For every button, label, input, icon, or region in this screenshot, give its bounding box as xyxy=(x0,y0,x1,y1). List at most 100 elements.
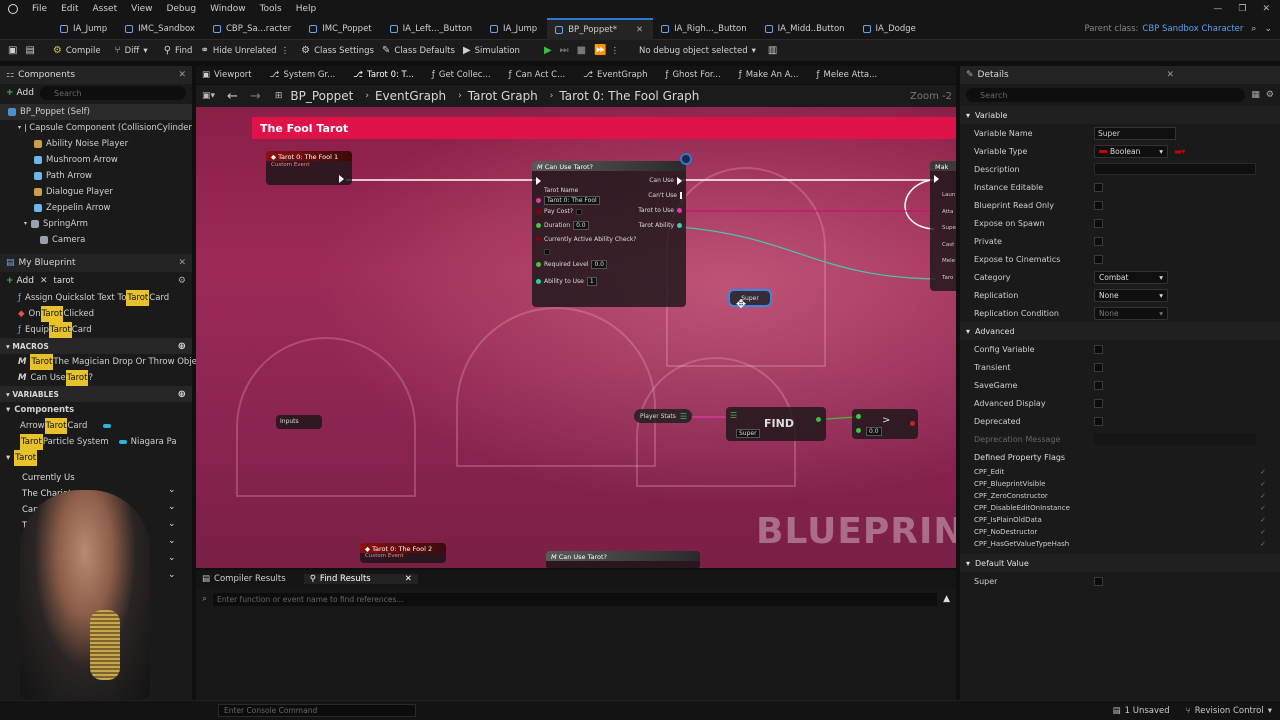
forward-arrow-icon[interactable]: → xyxy=(250,89,261,104)
breadcrumb-item[interactable]: BP_Poppet xyxy=(290,89,353,103)
tab-find-results[interactable]: ⚲ Find Results ✕ xyxy=(303,574,418,584)
doc-tab[interactable]: IA_Righ..._Button xyxy=(653,18,756,40)
details-search-input[interactable]: Search xyxy=(966,88,1246,102)
doc-tab[interactable]: IA_Left..._Button xyxy=(382,18,482,40)
breadcrumb-item[interactable]: Tarot Graph xyxy=(468,89,538,103)
pin-value-field[interactable]: 0.0 xyxy=(591,260,607,269)
panel-close-icon[interactable]: ✕ xyxy=(178,258,186,268)
exec-out-pin[interactable] xyxy=(677,176,682,185)
replication-condition-dropdown[interactable]: None ▾ xyxy=(1094,306,1168,320)
advance-button[interactable]: ⏩ ⋮ xyxy=(594,45,619,56)
instance-editable-checkbox[interactable] xyxy=(1094,182,1103,192)
tab-function[interactable]: ƒ Make An A... xyxy=(739,70,799,80)
pin-checkbox[interactable] xyxy=(544,249,550,255)
revision-control-button[interactable]: ⑂ Revision Control ▾ xyxy=(1186,706,1272,716)
map-in-pin-icon[interactable]: ☰ xyxy=(730,411,737,420)
pin-checkbox[interactable] xyxy=(576,208,583,215)
bool-out-pin[interactable] xyxy=(816,417,821,422)
settings-gear-icon[interactable]: ⚙ xyxy=(178,276,186,286)
class-defaults-button[interactable]: ✎ Class Defaults xyxy=(382,45,455,56)
macro-node[interactable]: M Can Use Tarot? Tarot Name Tarot 0: The… xyxy=(532,161,686,307)
search-icon[interactable]: ⌕ xyxy=(1251,24,1256,34)
map-pin-icon[interactable]: ☰ xyxy=(680,412,687,421)
blueprint-search-input[interactable]: tarot xyxy=(54,274,172,288)
tree-item[interactable]: Zeppelin Arrow xyxy=(0,200,192,216)
doc-tab[interactable]: IA_Midd..Button xyxy=(757,18,855,40)
doc-tab[interactable]: IA_Dodge xyxy=(855,18,926,40)
parent-class-link[interactable]: CBP Sandbox Character xyxy=(1142,24,1243,34)
panel-close-icon[interactable]: ✕ xyxy=(1166,70,1174,80)
default-value-checkbox[interactable] xyxy=(1094,576,1103,586)
save-icon[interactable]: ▣ xyxy=(8,45,17,56)
custom-event-node[interactable]: ◆ Tarot 0: The Fool 1 Custom Event xyxy=(266,151,352,185)
doc-tab[interactable]: CBP_Sa...racter xyxy=(205,18,301,40)
custom-event-node[interactable]: ◆ Tarot 0: The Fool 2 Custom Event xyxy=(360,543,446,563)
tab-graph[interactable]: ⎇ System Gr... xyxy=(270,70,336,80)
pin-value-field[interactable]: Tarot 0: The Fool xyxy=(544,196,600,205)
variable-category[interactable]: ▾ Components xyxy=(0,402,192,418)
variable-section-header[interactable]: ▾ Variable xyxy=(960,106,1280,124)
unreal-logo-icon[interactable] xyxy=(8,4,18,14)
macro-item[interactable]: M Tarot The Magician Drop Or Throw Objec xyxy=(0,354,202,370)
tree-item[interactable]: Dialogue Player xyxy=(0,184,192,200)
default-value-section-header[interactable]: ▾ Default Value xyxy=(960,554,1280,572)
exec-out-pin[interactable] xyxy=(680,192,682,199)
add-variable-icon[interactable]: ⊕ xyxy=(178,389,186,400)
graph-canvas[interactable]: The Fool Tarot ◆ Tarot 0: The Fool 1 Cus… xyxy=(196,107,956,568)
tree-item[interactable]: ▾ SpringArm xyxy=(0,216,192,232)
tree-item[interactable]: Mushroom Arrow xyxy=(0,152,192,168)
deprecation-message-input[interactable] xyxy=(1094,433,1256,445)
container-type-dropdown[interactable]: ▬▾ xyxy=(1174,147,1186,156)
minimize-icon[interactable]: — xyxy=(1213,4,1222,14)
advanced-section-header[interactable]: ▾ Advanced xyxy=(960,322,1280,340)
tree-item[interactable]: Ability Noise Player xyxy=(0,136,192,152)
menu-view[interactable]: View xyxy=(131,4,152,14)
category-dropdown[interactable]: Combat ▾ xyxy=(1094,270,1168,284)
add-component-button[interactable]: + Add xyxy=(6,88,34,98)
menu-debug[interactable]: Debug xyxy=(166,4,196,14)
find-node[interactable]: ☰ FIND Super xyxy=(726,407,826,441)
tab-close-icon[interactable]: ✕ xyxy=(636,25,643,35)
menu-edit[interactable]: Edit xyxy=(61,4,78,14)
breadcrumb-item[interactable]: EventGraph xyxy=(375,89,446,103)
tab-function[interactable]: ƒ Can Act C... xyxy=(509,70,566,80)
transient-checkbox[interactable] xyxy=(1094,362,1103,372)
components-search-input[interactable]: Search xyxy=(39,86,186,100)
menu-tools[interactable]: Tools xyxy=(260,4,282,14)
variable-item[interactable]: Tarot Particle System Niagara Pa xyxy=(0,434,192,450)
add-member-button[interactable]: + Add xyxy=(6,276,34,286)
table-view-icon[interactable]: ▦ xyxy=(1251,90,1260,100)
debug-filter-icon[interactable]: ▥ xyxy=(768,45,777,56)
exec-in-pin[interactable] xyxy=(536,176,541,185)
doc-tab[interactable]: IA_Jump xyxy=(52,18,117,40)
tab-compiler-results[interactable]: ▤ Compiler Results xyxy=(202,574,286,584)
function-item[interactable]: ƒ Equip Tarot Card xyxy=(0,322,192,338)
play-button[interactable]: ▶ xyxy=(544,45,552,56)
name-pin[interactable] xyxy=(536,198,541,203)
bool-pin[interactable] xyxy=(536,237,541,242)
inputs-node[interactable]: Inputs xyxy=(276,415,322,429)
doc-tab-active[interactable]: BP_Poppet* ✕ xyxy=(547,17,654,40)
expose-on-spawn-checkbox[interactable] xyxy=(1094,218,1103,228)
pin-value-field[interactable]: Super xyxy=(736,429,760,438)
advanced-display-checkbox[interactable] xyxy=(1094,398,1103,408)
clear-search-icon[interactable]: ✕ xyxy=(40,276,48,286)
tab-eventgraph[interactable]: ⎇ EventGraph xyxy=(583,70,647,80)
menu-asset[interactable]: Asset xyxy=(93,4,118,14)
deprecated-checkbox[interactable] xyxy=(1094,416,1103,426)
menu-window[interactable]: Window xyxy=(210,4,246,14)
macro-node[interactable]: M Can Use Tarot? xyxy=(546,551,700,568)
simulation-button[interactable]: ▶ Simulation xyxy=(463,45,520,56)
doc-tab[interactable]: IMC_Poppet xyxy=(301,18,381,40)
bool-pin[interactable] xyxy=(536,209,541,214)
player-stats-variable-node[interactable]: Player Stats ☰ xyxy=(634,409,692,423)
private-checkbox[interactable] xyxy=(1094,236,1103,246)
breadcrumb-item[interactable]: Tarot 0: The Fool Graph xyxy=(559,89,699,103)
pin-value-field[interactable]: 0.0 xyxy=(573,221,589,230)
float-pin[interactable] xyxy=(536,223,541,228)
tab-function[interactable]: ƒ Ghost For... xyxy=(665,70,720,80)
diff-button[interactable]: ⑂ Diff ▾ xyxy=(115,45,148,56)
tab-viewport[interactable]: ▣ Viewport xyxy=(202,70,252,80)
exec-in-pin[interactable] xyxy=(934,175,939,183)
tree-item[interactable]: ▾ Capsule Component (CollisionCylinder xyxy=(0,120,192,136)
